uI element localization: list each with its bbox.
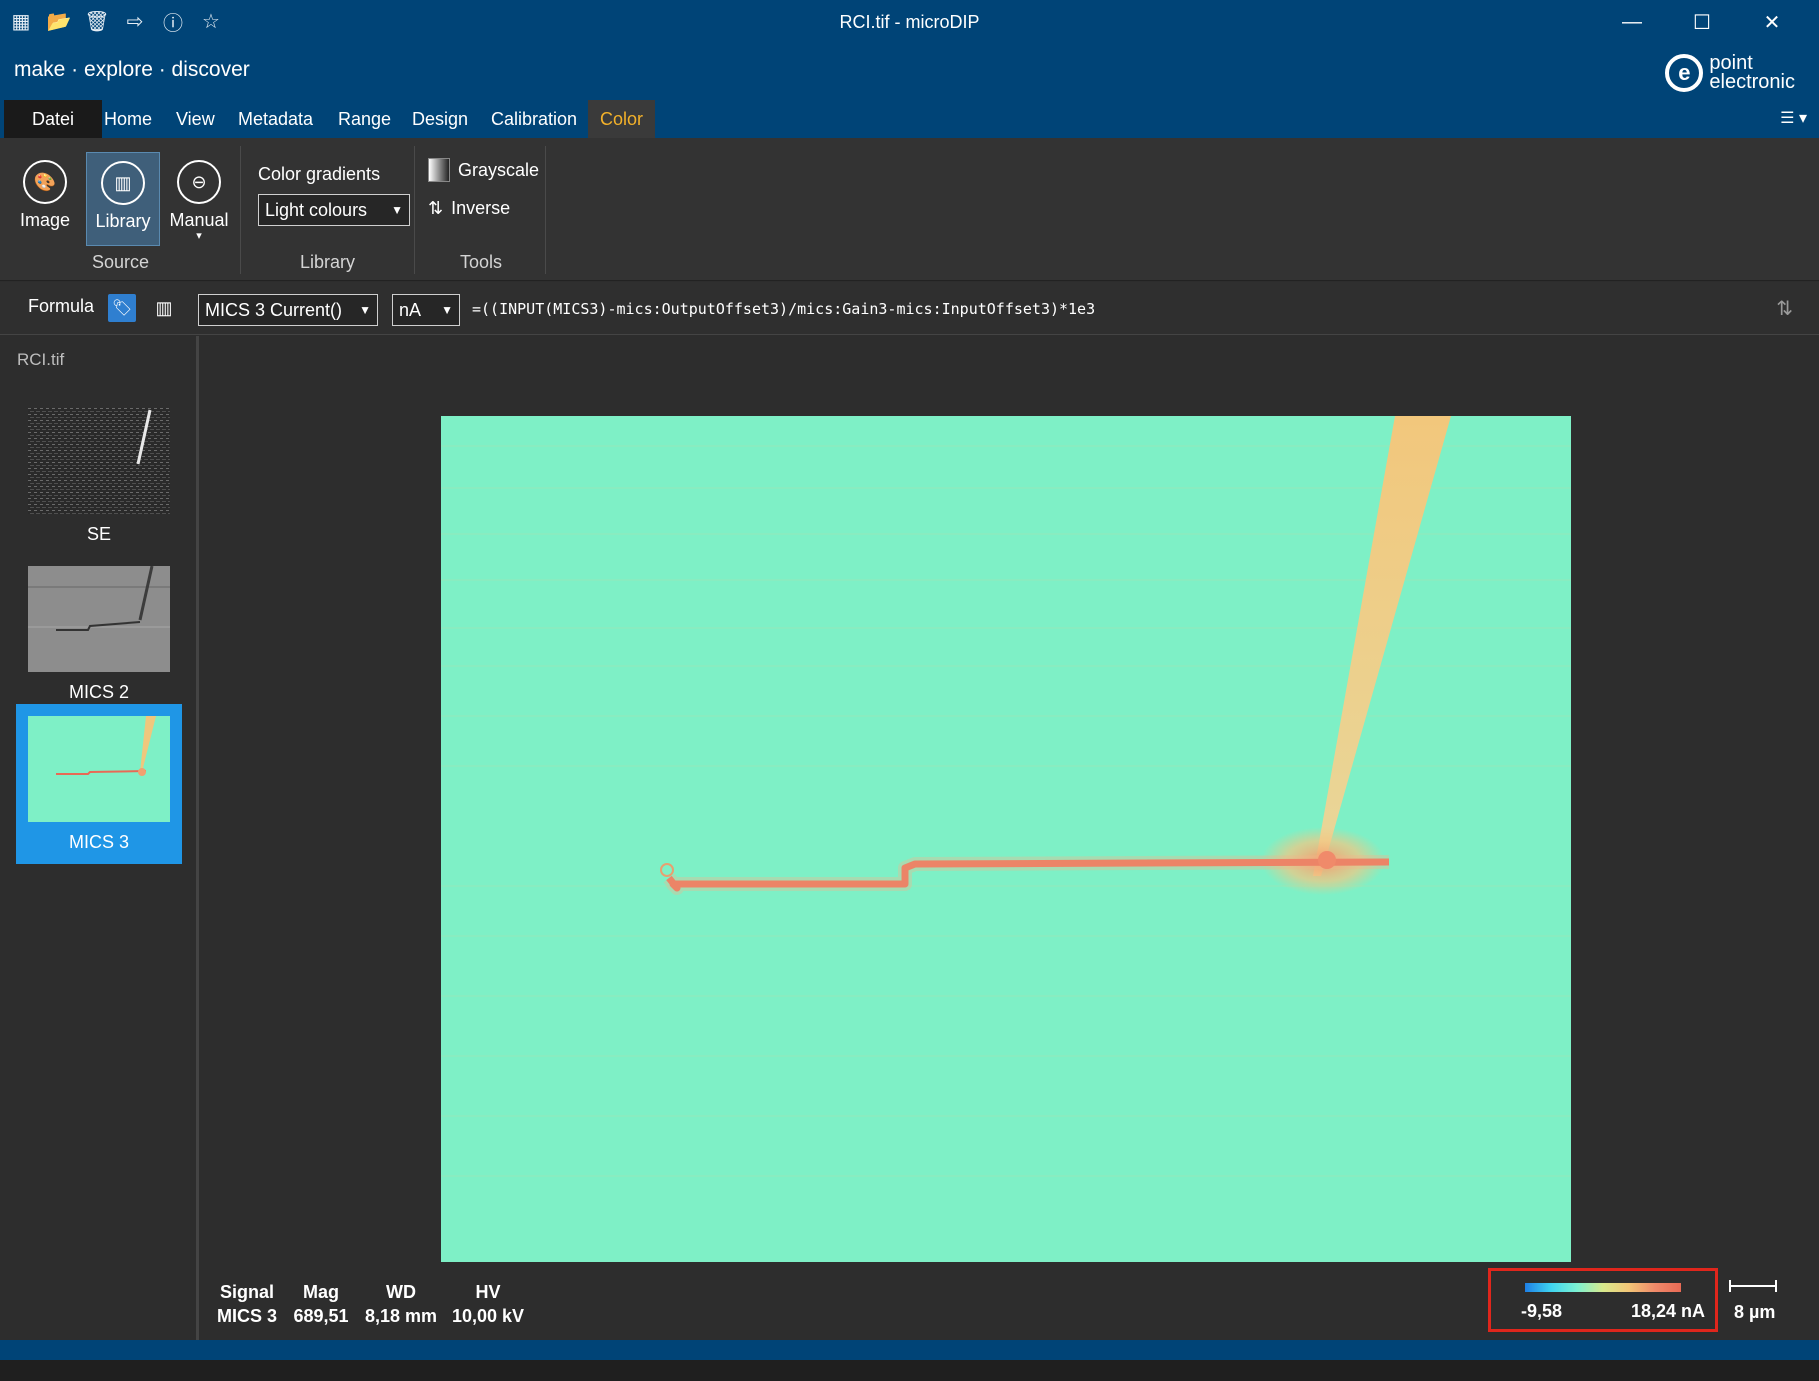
menu-range[interactable]: Range [338,100,391,138]
source-group-label: Source [92,252,150,272]
thumbnail-label: MICS 3 [68,832,129,852]
minimize-button[interactable]: — [1597,6,1667,38]
chevron-down-icon: ▼ [391,203,403,217]
menu-bar: Datei Home View Metadata Range Design Ca… [0,100,1819,138]
menu-datei[interactable]: Datei [4,100,103,138]
library-icon[interactable]: ▥ [150,294,178,322]
taskbar [0,1360,1819,1381]
slider-icon: ⊖ [177,160,221,204]
scale-bar-icon [1729,1280,1777,1292]
library-group-label: Library [300,252,356,272]
maximize-button[interactable]: ☐ [1667,6,1737,38]
menu-view[interactable]: View [176,100,215,138]
thumbnail-mics-2[interactable]: MICS 2 [16,554,182,702]
menu-calibration[interactable]: Calibration [491,100,577,138]
ribbon: 🎨 Image ▥ Library ⊖ Manual ▾ Source Colo… [0,138,1819,281]
menu-color[interactable]: Color [588,100,656,138]
ribbon-separator [240,146,241,274]
formula-label: Formula [28,296,95,316]
signal-select[interactable]: MICS 3 Current() ▼ [198,294,378,326]
palette-icon: 🎨 [23,160,67,204]
status-bar [0,1340,1819,1360]
user-settings-icon[interactable]: ☰ ▾ [1780,108,1807,128]
legend-max-value: 18,24 nA [1630,1301,1705,1321]
source-image-label: Image [19,210,71,230]
color-gradient-select[interactable]: Light colours ▼ [258,194,410,226]
info-signal: Signal MICS 3 [212,1280,282,1328]
info-wd: WD 8,18 mm [362,1280,440,1328]
info-mag-value: 689,51 [293,1306,349,1326]
formula-bar: Formula 🏷 ▥ MICS 3 Current() ▼ nA ▼ =((I… [0,282,1819,335]
window-title: RCI.tif - microDIP [839,12,980,32]
brand-bar: make · explore · discover e point electr… [0,44,1819,100]
company-logo: e point electronic [1665,53,1795,93]
swap-arrows-icon: ⇅ [428,198,444,218]
thumbnail-image [28,716,170,822]
close-button[interactable]: ✕ [1737,6,1807,38]
chevron-down-icon: ▼ [359,303,371,317]
menu-metadata[interactable]: Metadata [238,100,313,138]
menu-home[interactable]: Home [104,100,152,138]
color-scale-legend: -9,58 18,24 nA [1488,1268,1718,1332]
thumbnail-image [28,566,170,672]
menu-design[interactable]: Design [412,100,468,138]
source-image-button[interactable]: 🎨 Image [8,152,82,246]
mics3-current-image[interactable] [441,416,1571,1262]
logo-mark-icon: e [1665,54,1704,92]
scale-bar-label: 8 µm [1734,1302,1776,1322]
info-mag-label: Mag [303,1282,339,1302]
info-wd-label: WD [386,1282,416,1302]
file-name: RCI.tif [17,350,65,369]
info-signal-label: Signal [219,1282,274,1302]
grayscale-label: Grayscale [458,159,540,180]
info-hv-value: 10,00 kV [451,1306,525,1326]
inverse-label: Inverse [451,198,511,218]
ribbon-separator [545,146,546,274]
image-viewer [199,336,1819,1340]
sort-icon[interactable]: ⇅ [1776,296,1793,321]
info-signal-value: MICS 3 [216,1306,277,1326]
logo-line-2: electronic [1709,71,1795,93]
grayscale-icon [428,158,450,182]
thumbnail-se[interactable]: SE [16,396,182,544]
title-bar: ▦ 📂 🗑 ⇨ ⓘ ☆ RCI.tif - microDIP — ☐ ✕ [0,0,1819,44]
source-library-label: Library [95,211,151,231]
ribbon-separator [414,146,415,274]
signal-select-value: MICS 3 Current() [205,300,343,320]
formula-input[interactable]: =((INPUT(MICS3)-mics:OutputOffset3)/mics… [472,300,1095,318]
image-sidebar: RCI.tif SE MICS 2 MICS 3 [0,336,199,1340]
unit-select[interactable]: nA ▼ [392,294,460,326]
thumbnail-mics-3[interactable]: MICS 3 [16,704,182,864]
thumbnail-label: SE [86,524,111,544]
source-library-button[interactable]: ▥ Library [86,152,160,246]
source-manual-button[interactable]: ⊖ Manual ▾ [162,152,236,246]
grayscale-button[interactable]: Grayscale [428,158,539,182]
info-wd-value: 8,18 mm [364,1306,438,1326]
tagline: make · explore · discover [14,58,250,81]
color-gradient-value: Light colours [265,200,368,220]
tools-group-label: Tools [460,252,503,272]
tag-icon[interactable]: 🏷 [108,294,136,322]
inverse-button[interactable]: ⇅ Inverse [428,198,510,219]
info-hv-label: HV [475,1282,501,1302]
source-manual-label: Manual [169,210,229,230]
library-icon: ▥ [101,161,145,205]
thumbnail-label: MICS 2 [68,682,129,702]
unit-select-value: nA [399,300,422,320]
info-mag: Mag 689,51 [290,1280,352,1328]
chevron-down-icon: ▼ [441,303,453,317]
manual-dropdown-icon: ▾ [196,230,202,242]
color-gradients-label: Color gradients [258,164,381,184]
thumbnail-image [28,408,170,514]
legend-min-value: -9,58 [1521,1301,1563,1321]
info-hv: HV 10,00 kV [450,1280,526,1328]
color-gradient-bar [1525,1283,1681,1292]
